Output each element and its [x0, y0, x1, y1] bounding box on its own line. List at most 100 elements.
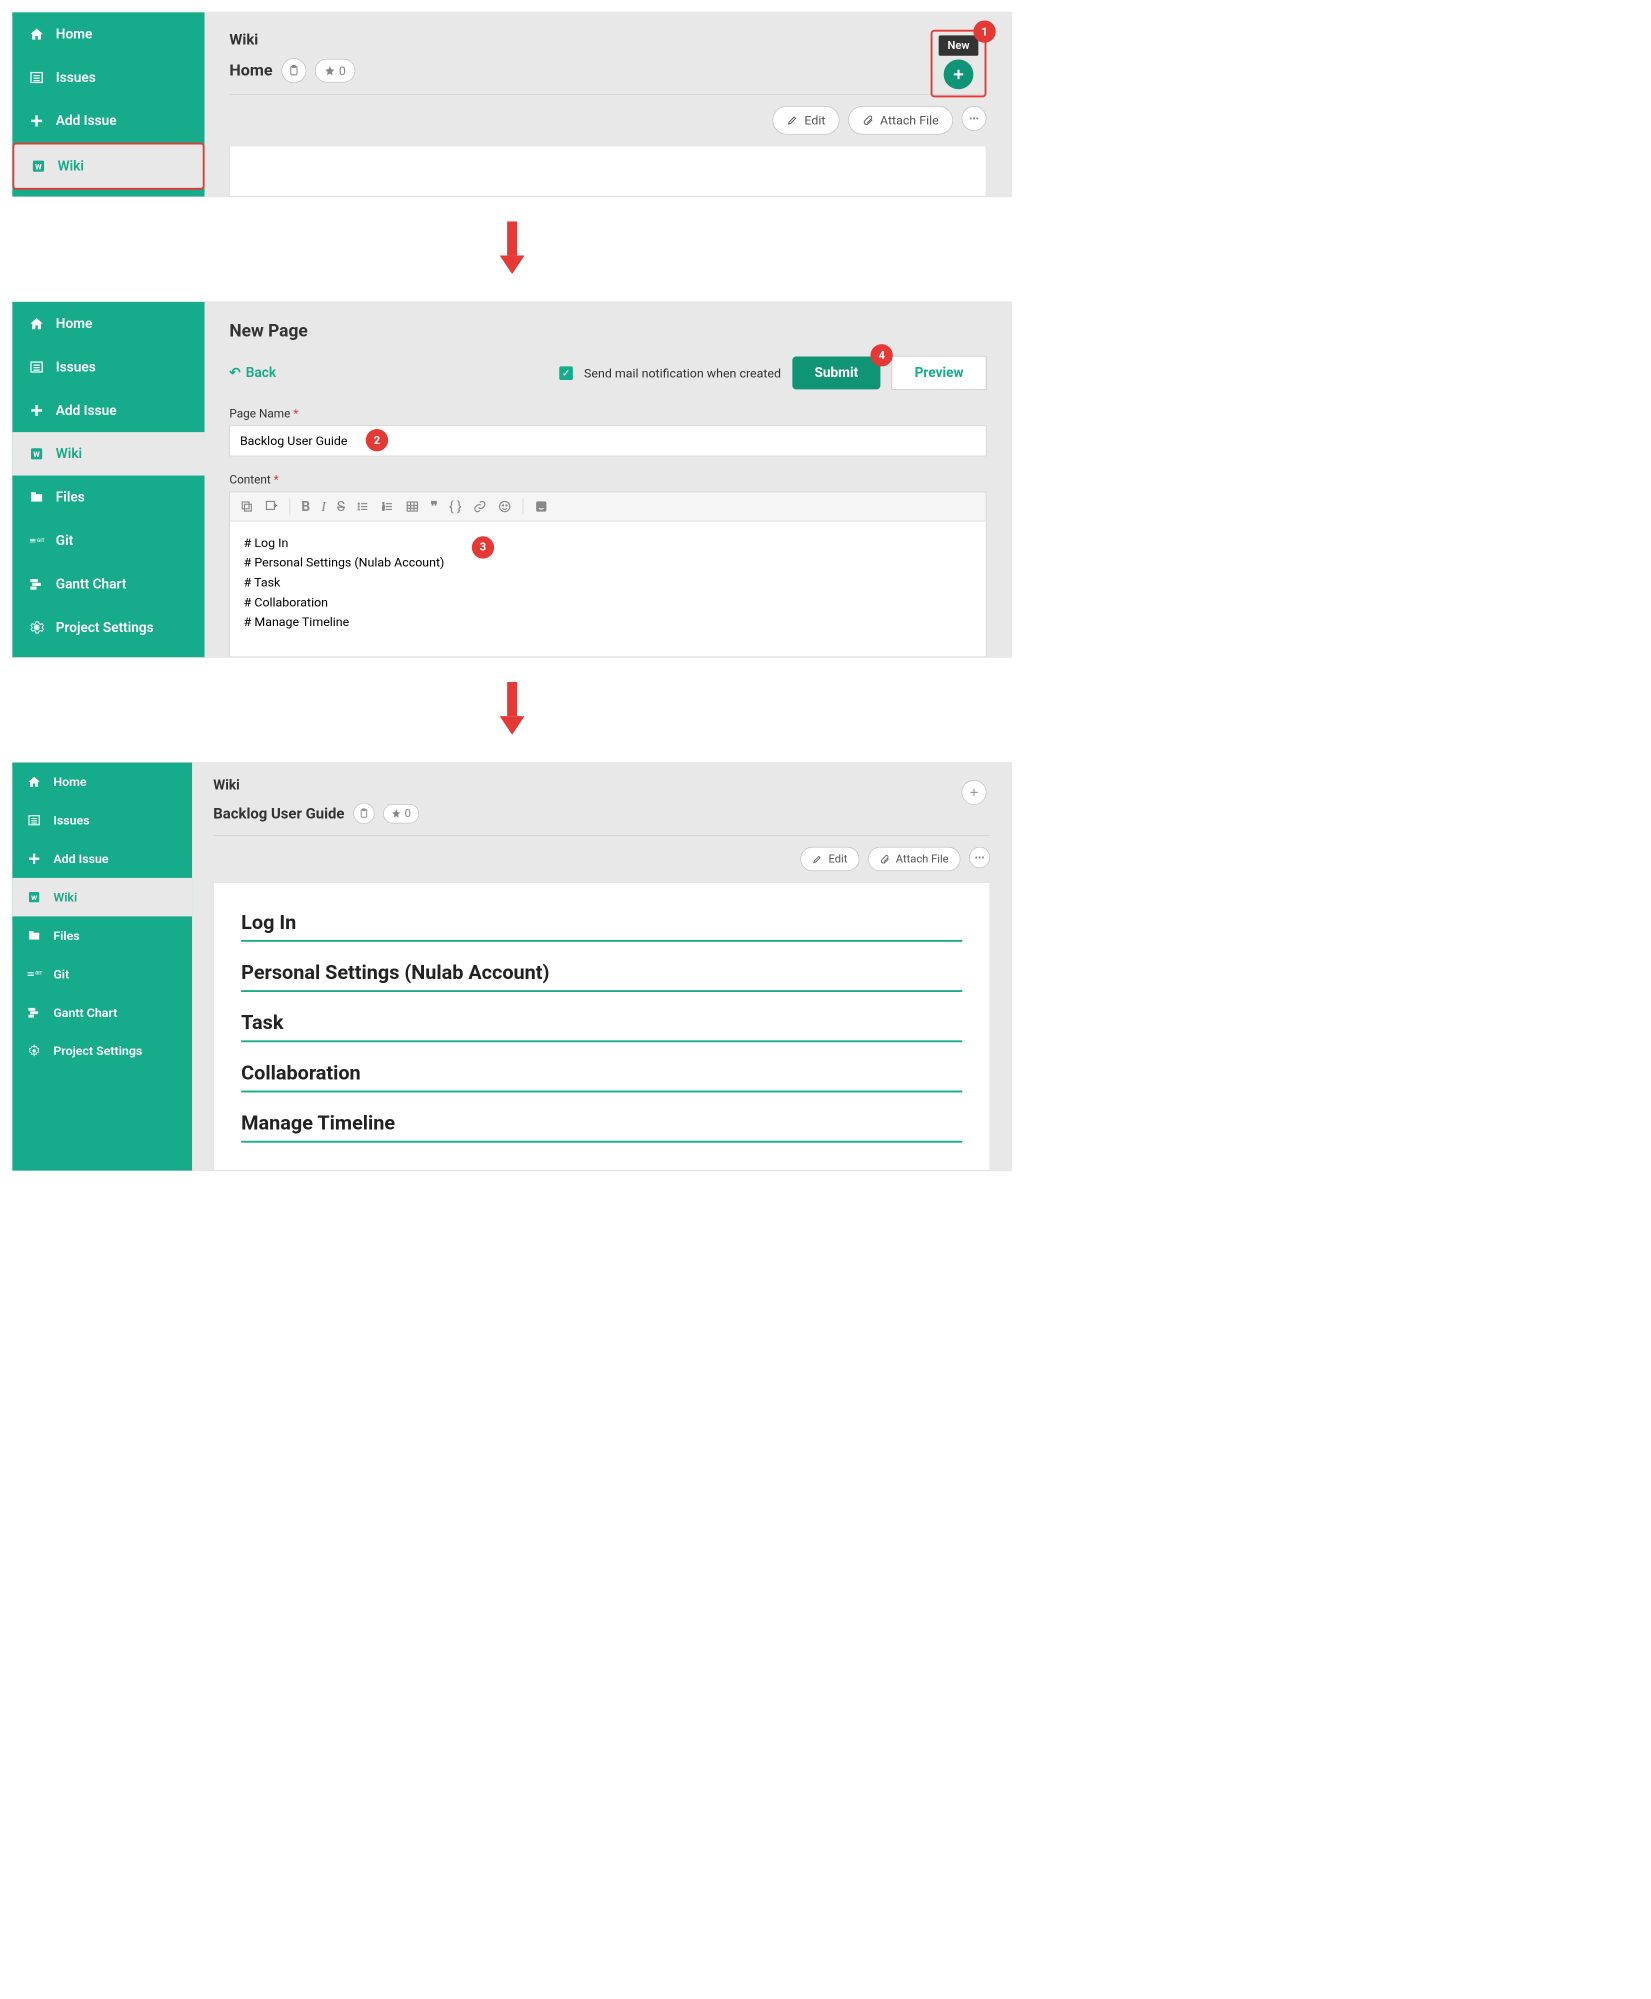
sidebar-item-add-issue[interactable]: Add Issue	[12, 99, 204, 142]
sidebar-item-add-issue[interactable]: Add Issue	[12, 839, 192, 877]
edit-button[interactable]: Edit	[773, 106, 840, 135]
sidebar-item-issues[interactable]: Issues	[12, 345, 204, 388]
main-area: New Page ↶Back ✓ Send mail notification …	[205, 302, 1012, 657]
divider	[229, 94, 986, 95]
tool-italic-icon[interactable]: I	[321, 498, 326, 514]
edit-button[interactable]: Edit	[801, 847, 860, 871]
more-button[interactable]: •••	[962, 106, 987, 131]
attach-file-button[interactable]: Attach File	[868, 847, 961, 871]
tool-app-icon[interactable]	[534, 500, 548, 514]
sidebar-item-project-settings[interactable]: Project Settings	[12, 1032, 192, 1070]
arrow-icon	[493, 221, 530, 277]
content-editor[interactable]: # Log In # Personal Settings (Nulab Acco…	[229, 521, 986, 657]
clipboard-button[interactable]	[353, 803, 374, 824]
page-title: Backlog User Guide	[213, 805, 344, 822]
tool-strike-icon[interactable]: S	[337, 499, 345, 514]
content-area: Log In Personal Settings (Nulab Account)…	[213, 882, 990, 1170]
sidebar-item-home[interactable]: Home	[12, 12, 204, 55]
panel-new-page: Home Issues Add Issue WWiki Files GITGit…	[12, 302, 1011, 657]
sidebar: Home Issues Add Issue W Wiki	[12, 12, 204, 196]
wiki-heading: Collaboration	[241, 1061, 962, 1093]
content-area	[229, 146, 986, 197]
page-name-input[interactable]	[229, 425, 986, 456]
sidebar-item-issues[interactable]: Issues	[12, 801, 192, 839]
home-icon	[29, 316, 45, 332]
star-count[interactable]: 0	[315, 59, 355, 83]
sidebar-item-files[interactable]: Files	[12, 916, 192, 954]
files-icon	[26, 928, 42, 944]
preview-button[interactable]: Preview	[892, 356, 987, 390]
gear-icon	[29, 619, 45, 635]
notify-checkbox[interactable]: ✓	[559, 366, 573, 380]
new-button-group: New 1	[931, 30, 987, 98]
star-count[interactable]: 0	[383, 804, 419, 823]
step-badge-1: 1	[973, 20, 995, 42]
attach-file-button[interactable]: Attach File	[848, 106, 953, 135]
wiki-heading: Personal Settings (Nulab Account)	[241, 960, 962, 992]
list-icon	[29, 69, 45, 85]
tool-ol-icon[interactable]: 123	[381, 500, 395, 514]
sidebar-item-git[interactable]: GITGit	[12, 519, 204, 562]
svg-text:W: W	[31, 894, 37, 902]
sidebar-item-wiki[interactable]: WWiki	[12, 878, 192, 916]
arrow-icon	[493, 682, 530, 738]
panel-wiki-home: Home Issues Add Issue W Wiki Wiki Home 0 …	[12, 12, 1011, 196]
tool-table-icon[interactable]	[406, 500, 420, 514]
wiki-icon: W	[29, 446, 45, 462]
tool-insert-icon[interactable]	[265, 500, 279, 514]
sidebar: Home Issues Add Issue WWiki Files GITGit…	[12, 763, 192, 1171]
more-button[interactable]: •••	[969, 847, 990, 868]
divider	[213, 835, 990, 836]
sidebar-item-label: Issues	[56, 70, 96, 86]
svg-text:W: W	[35, 162, 42, 171]
wiki-heading: Task	[241, 1011, 962, 1043]
home-icon	[29, 26, 45, 42]
tool-link-icon[interactable]	[473, 500, 487, 514]
wiki-heading: Manage Timeline	[241, 1111, 962, 1143]
sidebar-item-files[interactable]: Files	[12, 476, 204, 519]
gantt-icon	[29, 576, 45, 592]
step-badge-2: 2	[366, 429, 388, 451]
sidebar-item-project-settings[interactable]: Project Settings	[12, 606, 204, 649]
tool-emoji-icon[interactable]	[498, 500, 512, 514]
sidebar-item-home[interactable]: Home	[12, 302, 204, 345]
sidebar-item-label: Wiki	[58, 158, 84, 174]
sidebar-item-wiki[interactable]: W Wiki	[12, 143, 204, 190]
panel-wiki-view: Home Issues Add Issue WWiki Files GITGit…	[12, 763, 1011, 1171]
list-icon	[26, 812, 42, 828]
plus-icon	[29, 402, 45, 418]
tool-copy-icon[interactable]	[240, 500, 254, 514]
new-page-button[interactable]	[944, 60, 974, 90]
sidebar-item-label: Home	[56, 26, 93, 41]
step-badge-3: 3	[472, 536, 494, 558]
git-icon: GIT	[29, 533, 45, 549]
sidebar-item-issues[interactable]: Issues	[12, 56, 204, 99]
sidebar-item-wiki[interactable]: WWiki	[12, 432, 204, 475]
tool-ul-icon[interactable]	[356, 500, 370, 514]
step-badge-4: 4	[871, 344, 893, 366]
sidebar: Home Issues Add Issue WWiki Files GITGit…	[12, 302, 204, 657]
plus-icon	[26, 851, 42, 867]
files-icon	[29, 489, 45, 505]
page-title: New Page	[229, 321, 986, 341]
tool-code-icon[interactable]: { }	[449, 499, 462, 514]
sidebar-item-label: Add Issue	[56, 113, 117, 128]
new-page-button[interactable]	[962, 780, 987, 805]
wiki-heading: Log In	[241, 910, 962, 942]
wiki-icon: W	[26, 889, 42, 905]
sidebar-item-git[interactable]: GITGit	[12, 955, 192, 993]
sidebar-item-add-issue[interactable]: Add Issue	[12, 389, 204, 432]
home-icon	[26, 774, 42, 790]
editor-toolbar: B I S 123 ❞ { }	[229, 492, 986, 521]
sidebar-item-gantt[interactable]: Gantt Chart	[12, 993, 192, 1031]
tool-quote-icon[interactable]: ❞	[431, 498, 438, 514]
page-title: Home	[229, 61, 272, 80]
tool-bold-icon[interactable]: B	[301, 499, 310, 514]
sidebar-item-home[interactable]: Home	[12, 763, 192, 801]
back-button[interactable]: ↶Back	[229, 365, 276, 381]
main-area: Wiki Home 0 Edit Attach File •••	[205, 12, 1012, 196]
svg-text:3: 3	[383, 507, 385, 512]
sidebar-item-gantt[interactable]: Gantt Chart	[12, 562, 204, 605]
clipboard-button[interactable]	[281, 58, 306, 83]
submit-button[interactable]: Submit	[792, 357, 880, 390]
